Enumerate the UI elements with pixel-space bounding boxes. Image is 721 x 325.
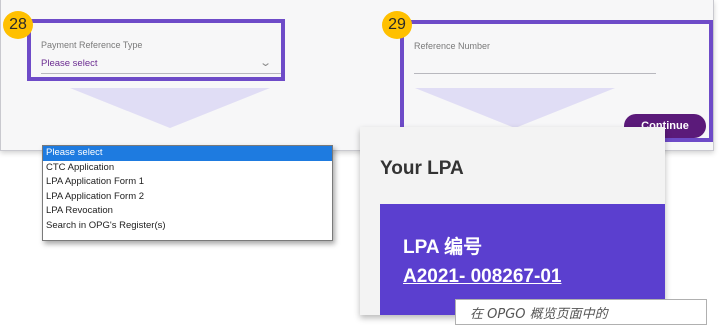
highlight-box-29: [400, 20, 713, 142]
lpa-number-link[interactable]: A2021- 008267-01: [403, 266, 561, 288]
your-lpa-card: Your LPA LPA 编号 A2021- 008267-01: [360, 127, 665, 315]
dropdown-option[interactable]: Please select: [43, 146, 332, 161]
callout-funnel-left: [70, 88, 270, 128]
payment-ref-type-dropdown: Please select CTC Application LPA Applic…: [42, 145, 333, 241]
highlight-box-28: [27, 19, 285, 81]
dropdown-option[interactable]: LPA Revocation: [43, 204, 332, 219]
step-marker-28: 28: [3, 11, 33, 39]
dropdown-option[interactable]: LPA Application Form 2: [43, 190, 332, 205]
lpa-number-label: LPA 编号: [403, 237, 483, 258]
overview-page-caption: 在 OPGO 概览页面中的: [455, 299, 707, 325]
dropdown-option[interactable]: CTC Application: [43, 161, 332, 176]
step-marker-29: 29: [382, 11, 412, 39]
your-lpa-heading: Your LPA: [380, 158, 464, 179]
dropdown-option[interactable]: LPA Application Form 1: [43, 175, 332, 190]
dropdown-option[interactable]: Search in OPG's Register(s): [43, 219, 332, 234]
